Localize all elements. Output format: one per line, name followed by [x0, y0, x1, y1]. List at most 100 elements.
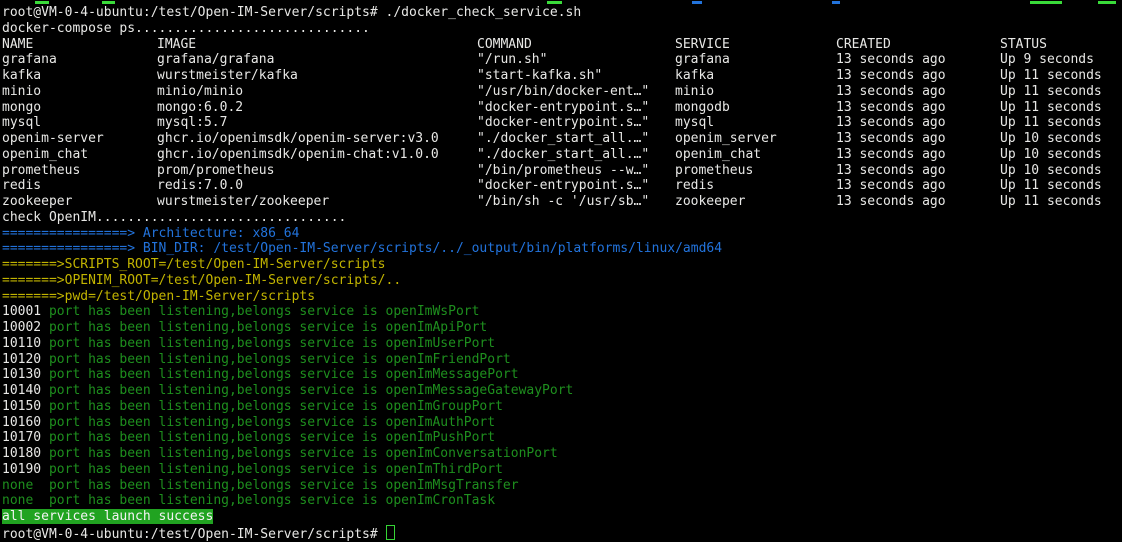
port-number: 10002	[2, 320, 49, 335]
port-number: 10110	[2, 336, 49, 351]
cell-command: "docker-entrypoint.s…"	[477, 178, 649, 194]
cell-image: ghcr.io/openimsdk/openim-server:v3.0	[157, 131, 439, 147]
port-check-line: 10120 port has been listening,belongs se…	[2, 352, 1122, 368]
cell-status: Up 10 seconds	[1000, 163, 1102, 179]
architecture-line: ================> Architecture: x86_64	[2, 226, 1122, 242]
cell-status: Up 10 seconds	[1000, 147, 1102, 163]
cell-image: grafana/grafana	[157, 52, 274, 68]
cell-image: mysql:5.7	[157, 115, 227, 131]
scripts-root-text: =======>SCRIPTS_ROOT=/test/Open-IM-Serve…	[2, 257, 386, 272]
cell-name: kafka	[2, 68, 41, 84]
cell-name: redis	[2, 178, 41, 194]
cell-command: "./docker_start_all.…"	[477, 147, 649, 163]
scrollback-fragment	[35, 1, 49, 4]
cell-status: Up 11 seconds	[1000, 194, 1102, 210]
cell-command: "./docker_start_all.…"	[477, 131, 649, 147]
port-check-line: 10160 port has been listening,belongs se…	[2, 415, 1122, 431]
cell-command: "/bin/prometheus --w…"	[477, 163, 649, 179]
port-number: 10001	[2, 304, 49, 319]
port-check-line: 10180 port has been listening,belongs se…	[2, 446, 1122, 462]
cell-image: mongo:6.0.2	[157, 100, 243, 116]
port-status-message: port has been listening,belongs service …	[49, 336, 495, 351]
cell-status: Up 11 seconds	[1000, 100, 1102, 116]
port-status-message: port has been listening,belongs service …	[49, 478, 519, 493]
cell-name: prometheus	[2, 163, 80, 179]
cell-command: "docker-entrypoint.s…"	[477, 100, 649, 116]
cell-name: openim-server	[2, 131, 104, 147]
cell-name: mongo	[2, 100, 41, 116]
cell-command: "/usr/bin/docker-ent…"	[477, 84, 649, 100]
cell-command: "/run.sh"	[477, 52, 547, 68]
cell-created: 13 seconds ago	[836, 163, 946, 179]
port-check-line: 10110 port has been listening,belongs se…	[2, 336, 1122, 352]
cell-created: 13 seconds ago	[836, 178, 946, 194]
success-line: all services launch success	[2, 509, 1122, 525]
port-check-line: 10130 port has been listening,belongs se…	[2, 367, 1122, 383]
port-check-line: 10150 port has been listening,belongs se…	[2, 399, 1122, 415]
cell-status: Up 11 seconds	[1000, 84, 1102, 100]
cell-command: "/bin/sh -c '/usr/sb…"	[477, 194, 649, 210]
column-header-name: NAME	[2, 37, 33, 53]
shell-prompt: root@VM-0-4-ubuntu:/test/Open-IM-Server/…	[2, 527, 386, 542]
port-number: 10160	[2, 415, 49, 430]
cell-created: 13 seconds ago	[836, 147, 946, 163]
pwd-text: =======>pwd=/test/Open-IM-Server/scripts	[2, 289, 315, 304]
port-number: 10140	[2, 383, 49, 398]
cell-image: ghcr.io/openimsdk/openim-chat:v1.0.0	[157, 147, 439, 163]
table-row: prometheusprom/prometheus"/bin/prometheu…	[2, 163, 1122, 179]
pwd-line: =======>pwd=/test/Open-IM-Server/scripts	[2, 289, 1122, 305]
openim-root-text: =======>OPENIM_ROOT=/test/Open-IM-Server…	[2, 273, 401, 288]
cell-created: 13 seconds ago	[836, 84, 946, 100]
cell-service: openim_chat	[675, 147, 761, 163]
cell-command: "docker-entrypoint.s…"	[477, 115, 649, 131]
port-number: 10180	[2, 446, 49, 461]
cell-image: wurstmeister/kafka	[157, 68, 298, 84]
compose-table-rows: grafanagrafana/grafana"/run.sh"grafana13…	[2, 52, 1122, 210]
prompt-line: root@VM-0-4-ubuntu:/test/Open-IM-Server/…	[2, 5, 1122, 21]
port-status-message: port has been listening,belongs service …	[49, 383, 573, 398]
cell-service: minio	[675, 84, 714, 100]
port-number: 10120	[2, 352, 49, 367]
cell-command: "start-kafka.sh"	[477, 68, 602, 84]
cell-created: 13 seconds ago	[836, 68, 946, 84]
check-openim-line: check OpenIM............................…	[2, 210, 1122, 226]
table-header-row: NAME IMAGE COMMAND SERVICE CREATED STATU…	[2, 37, 1122, 53]
docker-compose-progress-line: docker-compose ps.......................…	[2, 21, 1122, 37]
docker-compose-progress-text: docker-compose ps.......................…	[2, 21, 370, 36]
port-status-message: port has been listening,belongs service …	[49, 462, 503, 477]
port-status-message: port has been listening,belongs service …	[49, 399, 503, 414]
bindir-text: ================> BIN_DIR: /test/Open-IM…	[2, 241, 722, 256]
cell-name: grafana	[2, 52, 57, 68]
cell-image: redis:7.0.0	[157, 178, 243, 194]
table-row: zookeeperwurstmeister/zookeeper"/bin/sh …	[2, 194, 1122, 210]
scripts-root-line: =======>SCRIPTS_ROOT=/test/Open-IM-Serve…	[2, 257, 1122, 273]
cell-created: 13 seconds ago	[836, 194, 946, 210]
port-status-message: port has been listening,belongs service …	[49, 415, 495, 430]
port-check-line: none port has been listening,belongs ser…	[2, 493, 1122, 509]
terminal-window[interactable]: root@VM-0-4-ubuntu:/test/Open-IM-Server/…	[0, 0, 1122, 542]
port-number: none	[2, 493, 49, 508]
cell-image: minio/minio	[157, 84, 243, 100]
port-number: 10170	[2, 430, 49, 445]
scrollback-fragment	[832, 1, 840, 4]
column-header-created: CREATED	[836, 37, 891, 53]
port-check-line: 10140 port has been listening,belongs se…	[2, 383, 1122, 399]
port-status-message: port has been listening,belongs service …	[49, 367, 519, 382]
column-header-status: STATUS	[1000, 37, 1047, 53]
cell-name: mysql	[2, 115, 41, 131]
terminal-cursor[interactable]	[386, 525, 395, 540]
cell-status: Up 9 seconds	[1000, 52, 1094, 68]
table-row: mysqlmysql:5.7"docker-entrypoint.s…"mysq…	[2, 115, 1122, 131]
shell-command: ./docker_check_service.sh	[386, 5, 582, 20]
scrollback-fragment	[1030, 1, 1062, 4]
port-check-line: none port has been listening,belongs ser…	[2, 478, 1122, 494]
cell-service: mongodb	[675, 100, 730, 116]
port-number: none	[2, 478, 49, 493]
cell-service: kafka	[675, 68, 714, 84]
bindir-line: ================> BIN_DIR: /test/Open-IM…	[2, 241, 1122, 257]
cell-status: Up 11 seconds	[1000, 178, 1102, 194]
cell-created: 13 seconds ago	[836, 100, 946, 116]
cell-created: 13 seconds ago	[836, 52, 946, 68]
cell-name: minio	[2, 84, 41, 100]
table-row: openim-server ghcr.io/openimsdk/openim-se…	[2, 131, 1122, 147]
